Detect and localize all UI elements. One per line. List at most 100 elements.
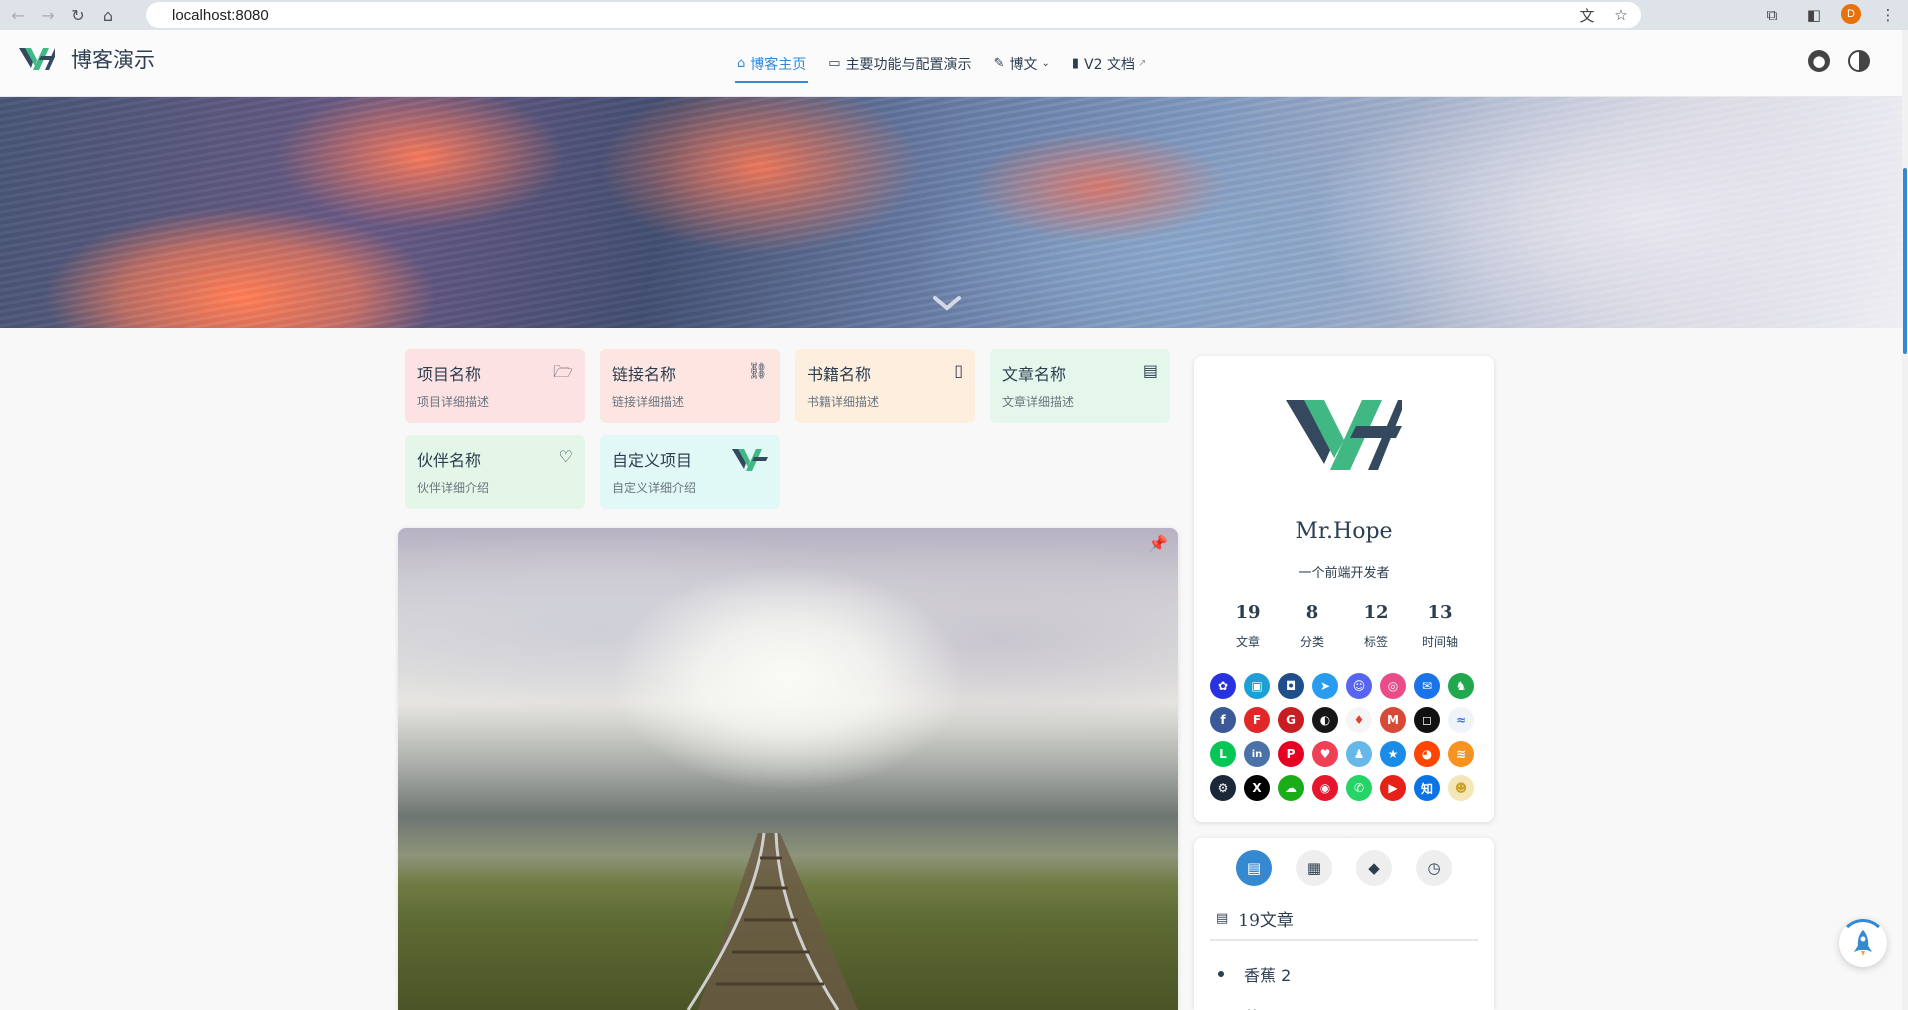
scrollbar-thumb[interactable] [1903,168,1907,354]
nav-label: V2 文档 [1084,56,1135,73]
weibo-icon[interactable]: ◉ [1312,775,1338,801]
qzone-icon[interactable]: ★ [1380,741,1406,767]
chevron-down-icon: ⌄ [1041,58,1050,69]
profile-avatar[interactable]: D [1841,4,1861,24]
social-media-links: ✿ ▣ ◘ ➤ ☺ ◎ ✉ ♞ f F G ◐ ♦ M ◻ ≈ Lin P ♥ ♟ ★ ◕ ≋ ⚙ X ☁ ◉ ✆ ▶ 知 ☻ [1210,673,1482,801]
evernote-icon[interactable]: ♞ [1448,673,1474,699]
qq-icon[interactable]: ♟ [1346,741,1372,767]
stat-label: 时间轴 [1421,635,1458,649]
stat-number: 8 [1305,602,1319,623]
github-icon[interactable]: ● [1808,50,1830,72]
reload-icon[interactable]: ↻ [66,3,90,27]
steam-icon[interactable]: ⚙ [1210,775,1236,801]
stat-label: 标签 [1363,635,1388,649]
back-icon[interactable]: ← [6,3,30,27]
project-desc: 伙伴详细介绍 [417,481,490,495]
stat-label: 文章 [1235,635,1260,649]
line-icon[interactable]: L [1210,741,1236,767]
pocket-icon[interactable]: ♥ [1312,741,1338,767]
theme-toggle-icon[interactable] [1848,50,1870,72]
stat-timeline[interactable]: 13 时间轴 [1410,602,1470,650]
linkedin-icon[interactable]: in [1244,741,1270,767]
baidu-icon[interactable]: ✿ [1210,673,1236,699]
article-list-icon[interactable]: ▤ [1236,850,1272,886]
blog-info-panel: ▤ ▦ ◆ ◷ ▤ 19文章 香蕉 2 苹果 [1194,838,1494,1010]
folder-open-icon: 🗁 [553,362,573,381]
whatsapp-icon[interactable]: ✆ [1346,775,1372,801]
divider [1210,939,1478,941]
translate-icon[interactable]: 文 [1577,5,1597,25]
stat-tags[interactable]: 12 标签 [1346,602,1406,650]
list-item[interactable]: 苹果 [1218,1004,1291,1010]
project-panel: 项目名称 项目详细描述 🗁 链接名称 链接详细描述 ⛓ 书籍名称 书籍详细描述 … [405,349,1175,509]
nav-label: 博客主页 [750,56,807,73]
discord-icon[interactable]: ☺ [1346,673,1372,699]
stat-articles[interactable]: 19 文章 [1218,602,1278,650]
vh-logo-icon [732,449,768,471]
address-bar[interactable]: i localhost:8080 文 ☆ [146,2,1641,856]
nav-label: 主要功能与配置演示 [845,56,972,73]
info-tabs: ▤ ▦ ◆ ◷ [1236,850,1452,886]
project-card[interactable]: 书籍名称 书籍详细描述 ▯ [795,349,975,423]
wechat-icon[interactable]: ☁ [1278,775,1304,801]
reddit-icon[interactable]: ◕ [1414,741,1440,767]
project-card[interactable]: 伙伴名称 伙伴详细介绍 ♡ [405,435,585,509]
nav-blog-home[interactable]: ⌂ 博客主页 [735,49,809,83]
project-card[interactable]: 自定义项目 自定义详细介绍 [600,435,780,509]
blogger-description: 一个前端开发者 [1298,566,1390,581]
project-card[interactable]: 文章名称 文章详细描述 ▤ [990,349,1170,423]
github-icon[interactable]: ◐ [1312,707,1338,733]
zhihu-icon[interactable]: 知 [1414,775,1440,801]
stat-number: 19 [1235,602,1261,623]
timeline-icon[interactable]: ◷ [1416,850,1452,886]
list-item[interactable]: 香蕉 2 [1218,962,1291,986]
main-nav: ⌂ 博客主页 ▭ 主要功能与配置演示 ✎ 博文 ⌄ ▮ V2 文档 ↗ [735,30,1166,97]
nav-v2-docs[interactable]: ▮ V2 文档 ↗ [1070,49,1148,79]
instagram-icon[interactable]: ◻ [1414,707,1440,733]
project-card[interactable]: 项目名称 项目详细描述 🗁 [405,349,585,423]
bitbucket-icon[interactable]: ◘ [1278,673,1304,699]
bilibili-icon[interactable]: ▣ [1244,673,1270,699]
twitter-x-icon[interactable]: X [1244,775,1270,801]
browser-toolbar: ← → ↻ ⌂ i localhost:8080 文 ☆ ⧉ ◧ D ⋮ [0,0,1908,856]
extensions-icon[interactable]: ⧉ [1760,3,1784,27]
project-desc: 项目详细描述 [417,395,490,409]
home-icon: ⌂ [737,56,746,71]
category-icon[interactable]: ▦ [1296,850,1332,886]
project-card[interactable]: 链接名称 链接详细描述 ⛓ [600,349,780,423]
rss-icon[interactable]: ≋ [1448,741,1474,767]
bookmark-star-icon[interactable]: ☆ [1611,5,1631,25]
site-brand[interactable]: 博客演示 [19,44,155,74]
gitlab-icon[interactable]: ♦ [1346,707,1372,733]
gmail-icon[interactable]: M [1380,707,1406,733]
nav-features-demo[interactable]: ▭ 主要功能与配置演示 [826,49,973,79]
youtube-icon[interactable]: ▶ [1380,775,1406,801]
scroll-down-icon[interactable] [933,295,961,311]
article-list-heading[interactable]: ▤ 19文章 [1216,906,1294,931]
lark-icon[interactable]: ≈ [1448,707,1474,733]
blog-stats: 19 文章 8 分类 12 标签 13 时间轴 [1218,602,1470,650]
back-to-top-button[interactable] [1839,919,1887,967]
facebook-icon[interactable]: f [1210,707,1236,733]
dingding-icon[interactable]: ➤ [1312,673,1338,699]
flipboard-icon[interactable]: F [1244,707,1270,733]
gitee-icon[interactable]: G [1278,707,1304,733]
pinned-icon: 📌 [1148,534,1168,553]
dribbble-icon[interactable]: ◎ [1380,673,1406,699]
article-cover-image[interactable]: 📌 [398,528,1178,1010]
custom-icon[interactable]: ☻ [1448,775,1474,801]
forward-icon[interactable]: → [36,3,60,27]
email-icon[interactable]: ✉ [1414,673,1440,699]
home-icon[interactable]: ⌂ [96,3,120,27]
menu-dots-icon[interactable]: ⋮ [1876,3,1900,27]
tag-icon[interactable]: ◆ [1356,850,1392,886]
url-text[interactable]: localhost:8080 [172,7,269,24]
sidebar-icon[interactable]: ◧ [1802,3,1826,27]
nav-posts-dropdown[interactable]: ✎ 博文 ⌄ [992,49,1052,79]
hero-banner [0,97,1902,328]
external-link-icon: ↗ [1137,58,1147,69]
stat-categories[interactable]: 8 分类 [1282,602,1342,650]
pinterest-icon[interactable]: P [1278,741,1304,767]
project-desc: 自定义详细介绍 [612,481,697,495]
project-title: 项目名称 [417,365,482,384]
